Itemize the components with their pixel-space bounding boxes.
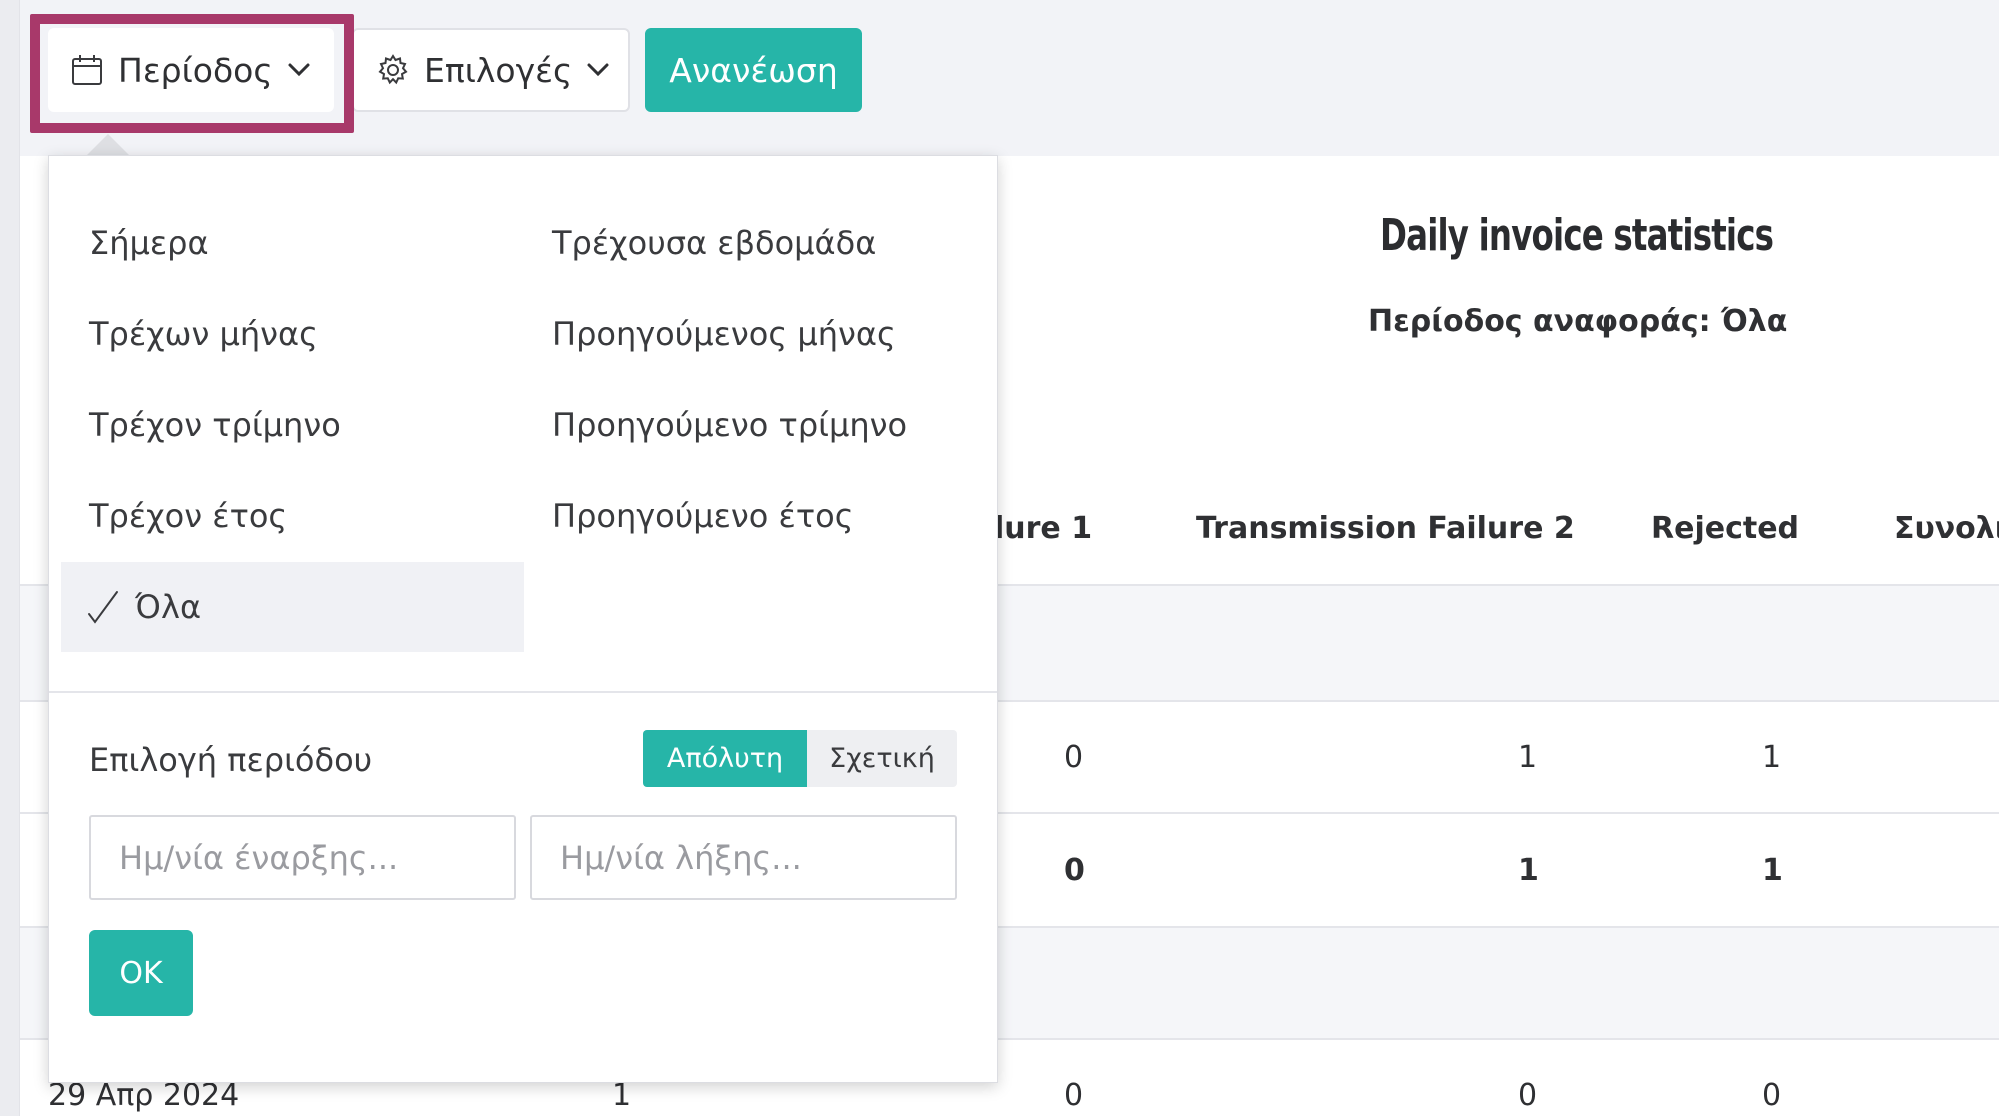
table-cell: 1 bbox=[612, 1078, 632, 1113]
period-range-label: Επιλογή περιόδου bbox=[89, 741, 373, 779]
table-total-cell: 0 bbox=[1064, 853, 1085, 888]
chevron-down-icon bbox=[287, 62, 311, 78]
period-option-all-label: Όλα bbox=[135, 588, 202, 626]
refresh-button[interactable]: Ανανέωση bbox=[645, 28, 862, 112]
column-header-rejected[interactable]: Rejected bbox=[1651, 511, 1799, 546]
period-dropdown: Σήμερα Τρέχων μήνας Τρέχον τρίμηνο Τρέχο… bbox=[48, 155, 998, 1083]
mode-absolute-button[interactable]: Απόλυτη bbox=[643, 730, 807, 787]
period-option-previous-quarter[interactable]: Προηγούμενο τρίμηνο bbox=[552, 406, 907, 444]
table-cell: 0 bbox=[1064, 1078, 1084, 1113]
period-option-current-quarter[interactable]: Τρέχον τρίμηνο bbox=[89, 406, 341, 444]
period-option-current-week[interactable]: Τρέχουσα εβδομάδα bbox=[552, 224, 876, 262]
period-button[interactable]: Περίοδος bbox=[48, 28, 334, 112]
mode-relative-button[interactable]: Σχετική bbox=[807, 730, 957, 787]
start-date-input[interactable] bbox=[89, 815, 516, 900]
report-subtitle: Περίοδος αναφοράς: Όλα bbox=[1368, 304, 1788, 339]
calendar-icon bbox=[70, 53, 104, 87]
gear-icon bbox=[376, 53, 410, 87]
column-header-total[interactable]: Συνολι bbox=[1894, 511, 1999, 546]
period-mode-toggle: Απόλυτη Σχετική bbox=[643, 730, 957, 787]
report-title: Daily invoice statistics bbox=[1380, 210, 1774, 261]
table-cell: 1 bbox=[1518, 740, 1538, 775]
checkmark-icon bbox=[87, 590, 121, 624]
chevron-down-icon bbox=[586, 62, 610, 78]
period-option-all[interactable]: Όλα bbox=[61, 562, 524, 652]
period-button-label: Περίοδος bbox=[118, 50, 273, 90]
left-sidebar-strip bbox=[0, 0, 20, 1116]
table-total-cell: 1 bbox=[1518, 853, 1539, 888]
table-cell: 0 bbox=[1518, 1078, 1538, 1113]
table-cell: 0 bbox=[1064, 740, 1084, 775]
options-button[interactable]: Επιλογές bbox=[352, 28, 630, 112]
dropdown-caret bbox=[86, 134, 130, 156]
period-option-current-year[interactable]: Τρέχον έτος bbox=[89, 497, 287, 535]
period-option-previous-month[interactable]: Προηγούμενος μήνας bbox=[552, 315, 896, 353]
table-total-cell: 1 bbox=[1762, 853, 1783, 888]
period-option-today[interactable]: Σήμερα bbox=[89, 224, 209, 262]
options-button-label: Επιλογές bbox=[424, 50, 573, 90]
end-date-input[interactable] bbox=[530, 815, 957, 900]
column-header-transmission-failure-2[interactable]: Transmission Failure 2 bbox=[1196, 511, 1575, 546]
period-option-previous-year[interactable]: Προηγούμενο έτος bbox=[552, 497, 853, 535]
table-date-cell: 29 Απρ 2024 bbox=[48, 1078, 240, 1113]
column-header-failure-1[interactable]: lure 1 bbox=[994, 511, 1092, 546]
table-cell: 0 bbox=[1762, 1078, 1782, 1113]
ok-button[interactable]: OK bbox=[89, 930, 193, 1016]
period-option-current-month[interactable]: Τρέχων μήνας bbox=[89, 315, 318, 353]
dropdown-divider bbox=[49, 691, 997, 693]
table-cell: 1 bbox=[1762, 740, 1782, 775]
